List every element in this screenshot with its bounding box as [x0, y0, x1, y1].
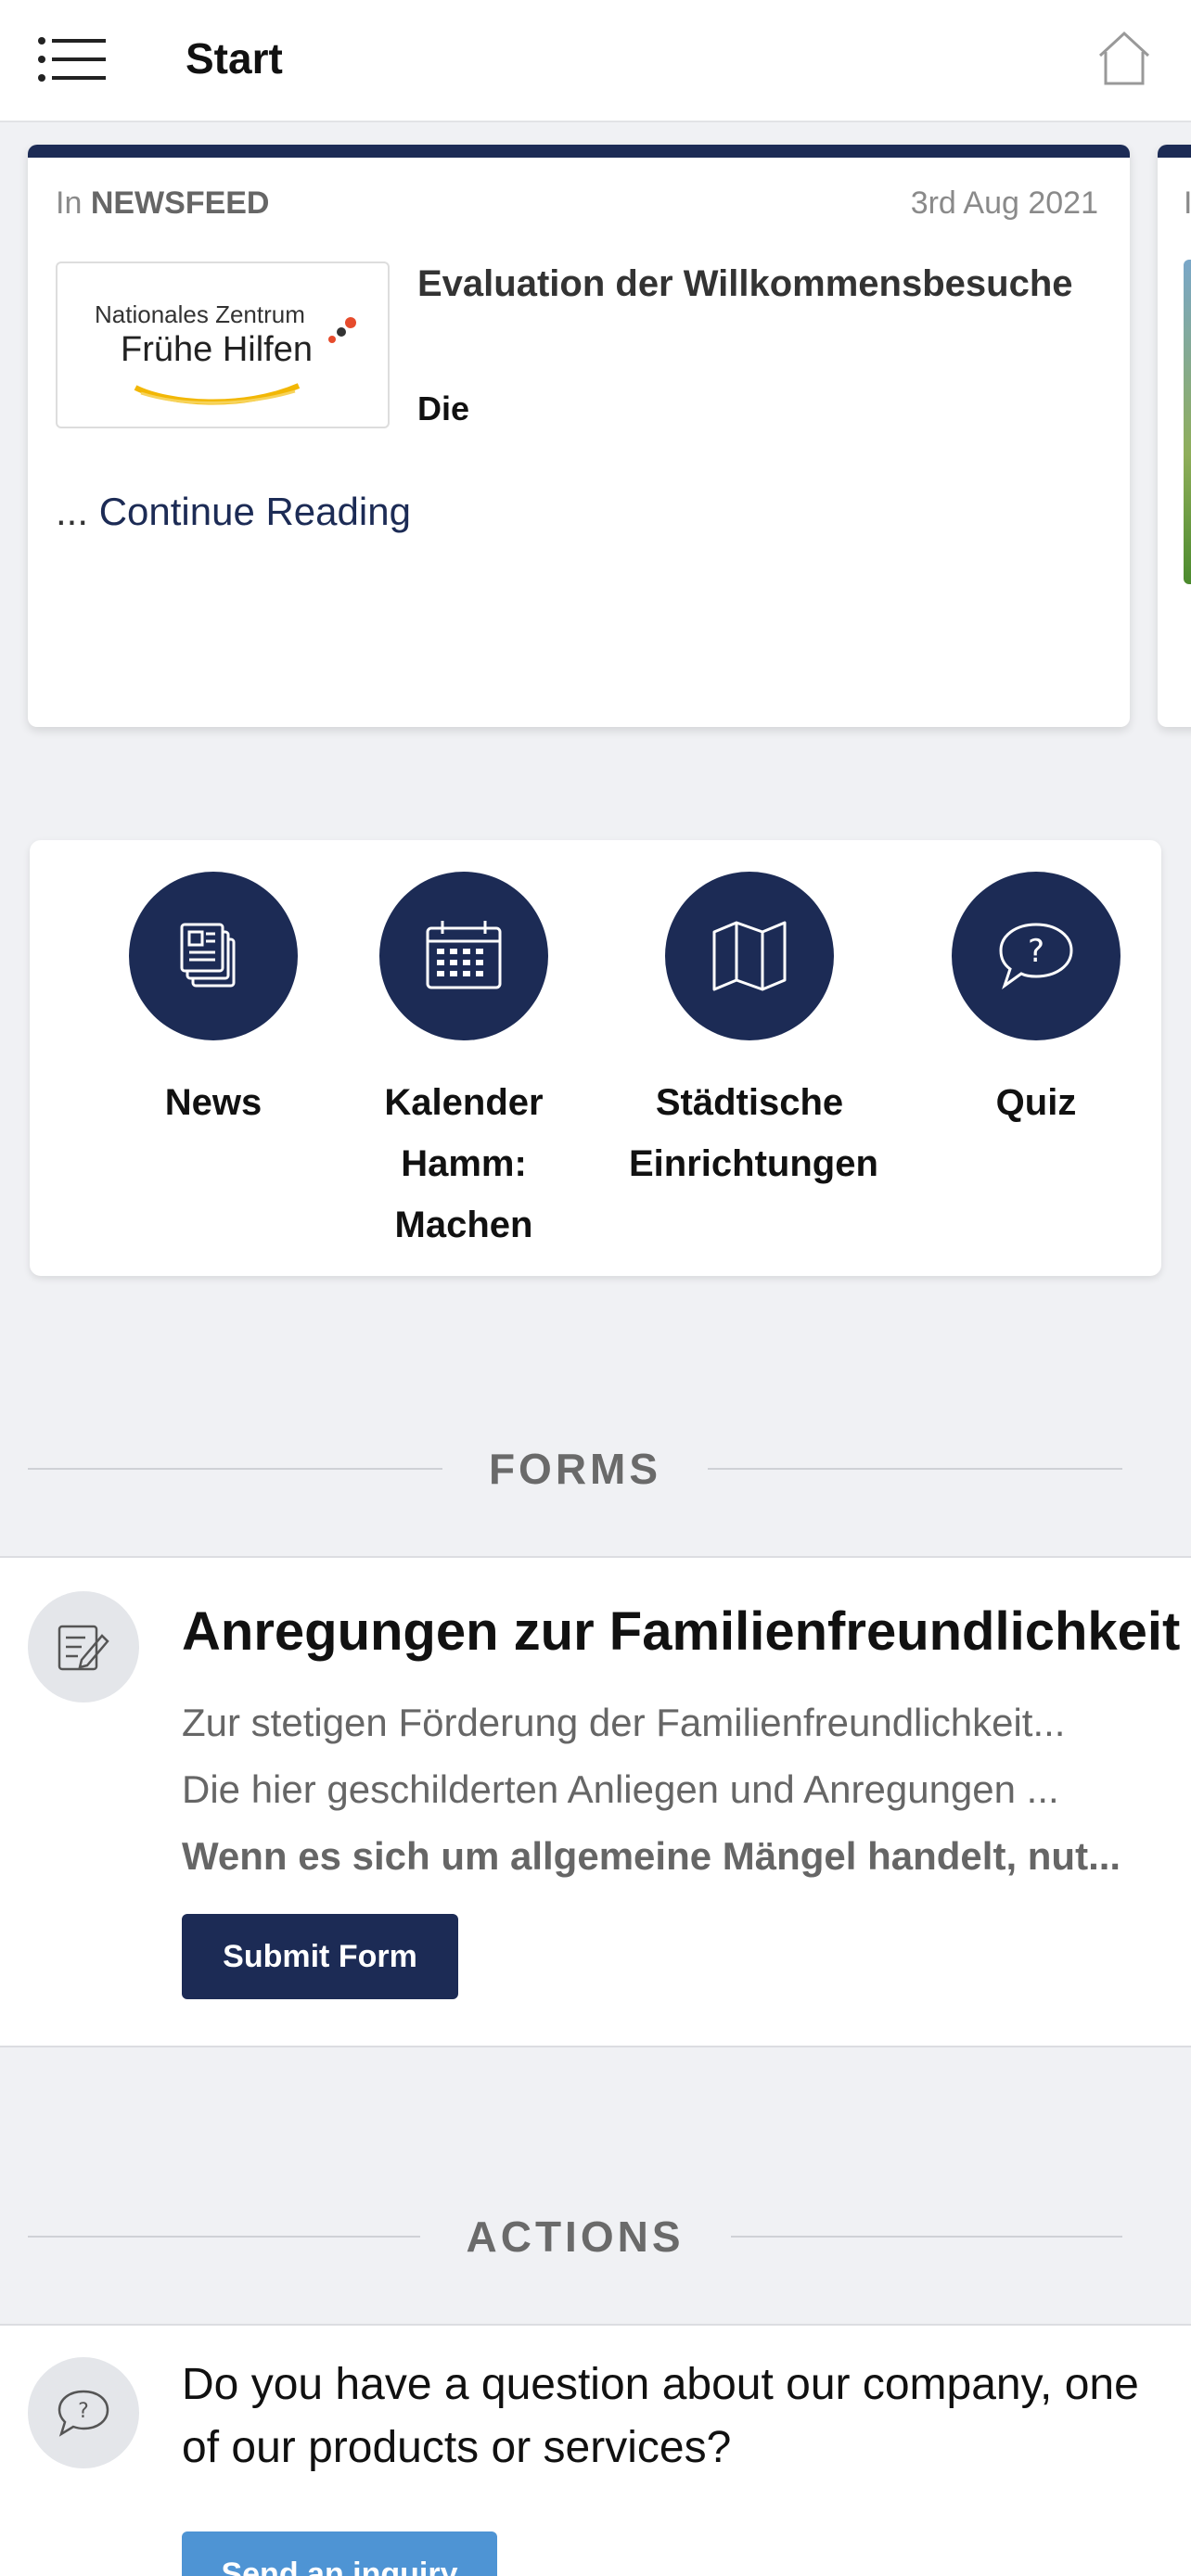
- action-item[interactable]: ? Do you have a question about our compa…: [0, 2324, 1191, 2576]
- logo-swoosh-icon: [134, 383, 301, 405]
- card-top-bar: [28, 145, 1130, 158]
- forms-section-header: FORMS: [28, 1441, 1123, 1497]
- category-name: NEWSFEED: [90, 185, 270, 221]
- form-title[interactable]: Anregungen zur Familienfreundlichkeit: [182, 1600, 1180, 1663]
- app-header: Start: [0, 0, 1191, 122]
- section-title: ACTIONS: [466, 2213, 685, 2261]
- home-icon[interactable]: [1095, 28, 1154, 87]
- category-prefix: In: [56, 185, 83, 221]
- svg-text:?: ?: [1028, 933, 1044, 970]
- ellipsis: ...: [56, 490, 89, 533]
- news-card[interactable]: In NEWSFEED 3rd Aug 2021 Nationales Zent…: [28, 145, 1130, 727]
- submit-form-button[interactable]: Submit Form: [182, 1914, 458, 1999]
- news-logo: Nationales Zentrum Frühe Hilfen: [56, 261, 390, 428]
- svg-text:?: ?: [78, 2400, 89, 2423]
- shortcut-einrichtungen[interactable]: Städtische Einrichtungen: [629, 872, 878, 1194]
- actions-section-header: ACTIONS: [28, 2209, 1122, 2264]
- continue-reading-link[interactable]: ... Continue Reading: [56, 490, 411, 534]
- form-item[interactable]: Anregungen zur Familienfreundlichkeit Zu…: [0, 1556, 1191, 2047]
- form-desc-line2: Die hier geschilderten Anliegen und Anre…: [182, 1767, 1059, 1811]
- logo-text-line1: Nationales Zentrum: [95, 300, 305, 328]
- form-desc-line1: Zur stetigen Förderung der Familienfreun…: [182, 1701, 1066, 1744]
- edit-document-icon: [28, 1591, 139, 1702]
- map-icon[interactable]: [665, 872, 834, 1040]
- section-title: FORMS: [488, 1445, 662, 1493]
- shortcut-label: Quiz: [995, 1082, 1077, 1123]
- question-bubble-icon[interactable]: ?: [952, 872, 1121, 1040]
- action-question-text: Do you have a question about our company…: [182, 2360, 1139, 2472]
- send-inquiry-button[interactable]: Send an inquiry: [182, 2531, 497, 2576]
- card-date: 3rd Aug 2021: [910, 185, 1098, 221]
- calendar-icon[interactable]: [379, 872, 548, 1040]
- logo-dots-icon: [328, 317, 356, 343]
- news-card-next[interactable]: I: [1158, 145, 1191, 727]
- shortcut-kalender[interactable]: Kalender Hamm: Machen: [343, 872, 584, 1256]
- card-category: I: [1184, 185, 1191, 221]
- card-top-bar: [1158, 145, 1191, 158]
- shortcut-news[interactable]: News: [93, 872, 334, 1133]
- page-title: Start: [186, 34, 283, 83]
- card-category: In NEWSFEED: [56, 185, 270, 222]
- continue-reading-label[interactable]: Continue Reading: [99, 490, 411, 533]
- divider: [708, 1468, 1123, 1470]
- shortcut-label: Städtische Einrichtungen: [629, 1082, 878, 1184]
- divider: [28, 1468, 442, 1470]
- divider: [28, 2236, 420, 2238]
- menu-icon[interactable]: [37, 35, 108, 83]
- logo-text-line2: Frühe Hilfen: [121, 330, 313, 369]
- news-snippet: Die: [417, 389, 470, 427]
- shortcut-grid: News Kalender Hamm: Machen Städtische Ei…: [30, 840, 1161, 1276]
- shortcut-label: Kalender Hamm: Machen: [384, 1082, 544, 1245]
- divider: [730, 2236, 1122, 2238]
- news-image: [1184, 260, 1191, 584]
- shortcut-quiz[interactable]: ? Quiz: [916, 872, 1157, 1133]
- form-desc-line3: Wenn es sich um allgemeine Mängel handel…: [182, 1834, 1121, 1878]
- newspaper-icon[interactable]: [129, 872, 298, 1040]
- chat-bubble-icon: ?: [28, 2357, 139, 2468]
- shortcut-label: News: [164, 1082, 263, 1123]
- news-headline[interactable]: Evaluation der Willkommensbesuche: [417, 263, 1104, 305]
